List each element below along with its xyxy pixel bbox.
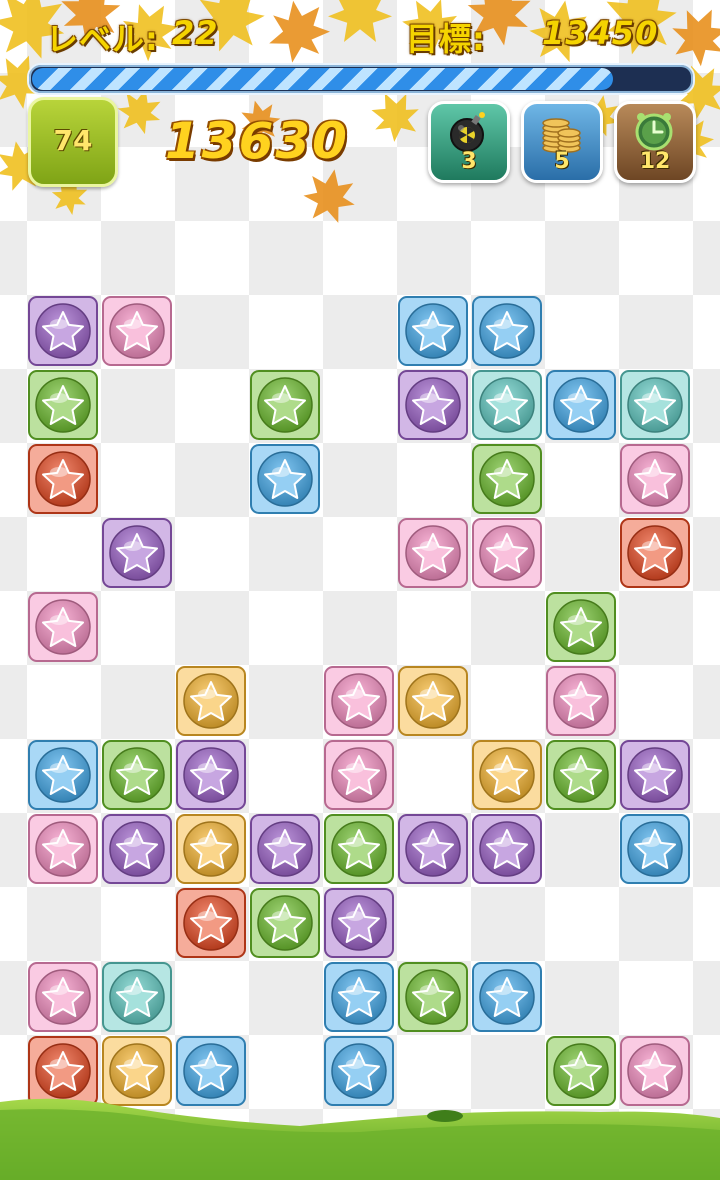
star-tile-green[interactable]: [250, 888, 320, 958]
star-tile-purple[interactable]: [398, 814, 468, 884]
star-tile-purple[interactable]: [472, 814, 542, 884]
star-tile-pink[interactable]: [28, 962, 98, 1032]
star-tile-pink[interactable]: [324, 740, 394, 810]
star-tile-purple[interactable]: [102, 518, 172, 588]
star-tile-purple[interactable]: [102, 814, 172, 884]
star-tile-orange[interactable]: [176, 666, 246, 736]
star-tile-pink[interactable]: [546, 666, 616, 736]
star-tile-pink[interactable]: [28, 814, 98, 884]
star-tile-orange[interactable]: [176, 814, 246, 884]
star-tile-pink[interactable]: [102, 296, 172, 366]
star-tile-teal[interactable]: [102, 962, 172, 1032]
star-tile-green[interactable]: [546, 740, 616, 810]
star-tile-green[interactable]: [102, 740, 172, 810]
star-tile-purple[interactable]: [620, 740, 690, 810]
game-board[interactable]: [0, 0, 720, 1180]
star-tile-red[interactable]: [176, 888, 246, 958]
grass-ground-decoration: [0, 1098, 720, 1180]
star-tile-red[interactable]: [620, 518, 690, 588]
star-tile-green[interactable]: [324, 814, 394, 884]
star-tile-purple[interactable]: [324, 888, 394, 958]
star-tile-green[interactable]: [546, 592, 616, 662]
star-tile-blue[interactable]: [398, 296, 468, 366]
star-tile-pink[interactable]: [472, 518, 542, 588]
star-tile-pink[interactable]: [398, 518, 468, 588]
star-tile-pink[interactable]: [28, 592, 98, 662]
star-tile-green[interactable]: [28, 370, 98, 440]
star-tile-red[interactable]: [28, 444, 98, 514]
star-tile-pink[interactable]: [620, 444, 690, 514]
star-tile-orange[interactable]: [472, 740, 542, 810]
star-tile-blue[interactable]: [620, 814, 690, 884]
star-tile-orange[interactable]: [398, 666, 468, 736]
star-tile-teal[interactable]: [472, 370, 542, 440]
star-tile-purple[interactable]: [28, 296, 98, 366]
star-tile-green[interactable]: [250, 370, 320, 440]
star-tile-green[interactable]: [398, 962, 468, 1032]
star-tile-green[interactable]: [472, 444, 542, 514]
star-tile-purple[interactable]: [398, 370, 468, 440]
star-tile-blue[interactable]: [28, 740, 98, 810]
star-tile-purple[interactable]: [176, 740, 246, 810]
star-tile-teal[interactable]: [620, 370, 690, 440]
game-screen: レベル: 22 目標: 13450 74 13630 3 5 12: [0, 0, 720, 1180]
star-tile-blue[interactable]: [324, 962, 394, 1032]
star-tile-blue[interactable]: [546, 370, 616, 440]
star-tile-blue[interactable]: [472, 962, 542, 1032]
star-tile-blue[interactable]: [472, 296, 542, 366]
star-tile-blue[interactable]: [250, 444, 320, 514]
star-tile-pink[interactable]: [324, 666, 394, 736]
star-tile-purple[interactable]: [250, 814, 320, 884]
